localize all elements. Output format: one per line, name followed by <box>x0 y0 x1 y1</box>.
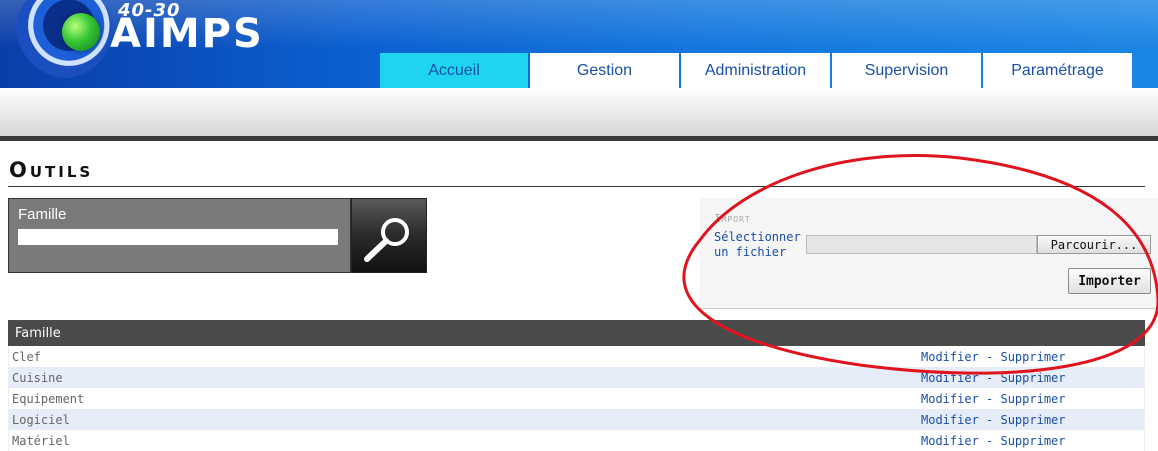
magnifier-icon <box>364 218 409 262</box>
file-path-field[interactable] <box>806 235 1037 254</box>
page-title: Outils <box>9 158 94 182</box>
modify-link[interactable]: Modifier <box>921 392 979 406</box>
delete-link[interactable]: Supprimer <box>1000 371 1065 385</box>
table-row: Logiciel Modifier - Supprimer <box>8 409 1145 430</box>
action-separator: - <box>978 349 1001 364</box>
row-actions: Modifier - Supprimer <box>921 392 1066 406</box>
delete-link[interactable]: Supprimer <box>1000 413 1065 427</box>
row-actions: Modifier - Supprimer <box>921 350 1066 364</box>
delete-link[interactable]: Supprimer <box>1000 392 1065 406</box>
logo-title: AIMPS <box>110 11 264 57</box>
action-separator: - <box>978 391 1001 406</box>
delete-link[interactable]: Supprimer <box>1000 350 1065 364</box>
sub-toolbar-divider <box>0 136 1158 141</box>
modify-link[interactable]: Modifier <box>921 371 979 385</box>
table-row: Clef Modifier - Supprimer <box>8 346 1145 367</box>
table-row: Equipement Modifier - Supprimer <box>8 388 1145 409</box>
row-name: Equipement <box>12 391 85 406</box>
modify-link[interactable]: Modifier <box>921 350 979 364</box>
table-row: Cuisine Modifier - Supprimer <box>8 367 1145 388</box>
action-separator: - <box>978 433 1001 448</box>
row-actions: Modifier - Supprimer <box>921 434 1066 448</box>
import-panel: Import Sélectionner un fichier Parcourir… <box>700 198 1158 309</box>
app-header: 40-30 AIMPS Accueil Gestion Administrati… <box>0 0 1158 88</box>
logo-globe-icon <box>62 13 100 51</box>
row-name: Matériel <box>12 433 70 448</box>
famille-table: Famille Clef Modifier - Supprimer Cuisin… <box>8 320 1145 451</box>
tab-parametrage[interactable]: Paramétrage <box>983 53 1132 88</box>
row-name: Cuisine <box>12 370 63 385</box>
modify-link[interactable]: Modifier <box>921 413 979 427</box>
search-label: Famille <box>18 206 67 223</box>
table-header: Famille <box>8 320 1145 346</box>
search-button[interactable] <box>351 198 427 273</box>
tab-accueil[interactable]: Accueil <box>380 53 528 88</box>
row-actions: Modifier - Supprimer <box>921 413 1066 427</box>
row-name: Clef <box>12 349 41 364</box>
browse-button[interactable]: Parcourir... <box>1037 235 1151 254</box>
search-panel: Famille <box>8 198 351 273</box>
sub-toolbar <box>0 88 1158 136</box>
tab-supervision[interactable]: Supervision <box>832 53 981 88</box>
row-name: Logiciel <box>12 412 70 427</box>
famille-search-input[interactable] <box>18 229 338 245</box>
delete-link[interactable]: Supprimer <box>1000 434 1065 448</box>
action-separator: - <box>978 370 1001 385</box>
tab-administration[interactable]: Administration <box>681 53 830 88</box>
tab-gestion[interactable]: Gestion <box>530 53 679 88</box>
file-select-label: Sélectionner un fichier <box>714 230 801 259</box>
action-separator: - <box>978 412 1001 427</box>
title-divider <box>8 186 1145 187</box>
import-button[interactable]: Importer <box>1068 268 1151 294</box>
row-actions: Modifier - Supprimer <box>921 371 1066 385</box>
import-heading: Import <box>714 212 751 225</box>
modify-link[interactable]: Modifier <box>921 434 979 448</box>
main-nav: Accueil Gestion Administration Supervisi… <box>380 53 1132 88</box>
